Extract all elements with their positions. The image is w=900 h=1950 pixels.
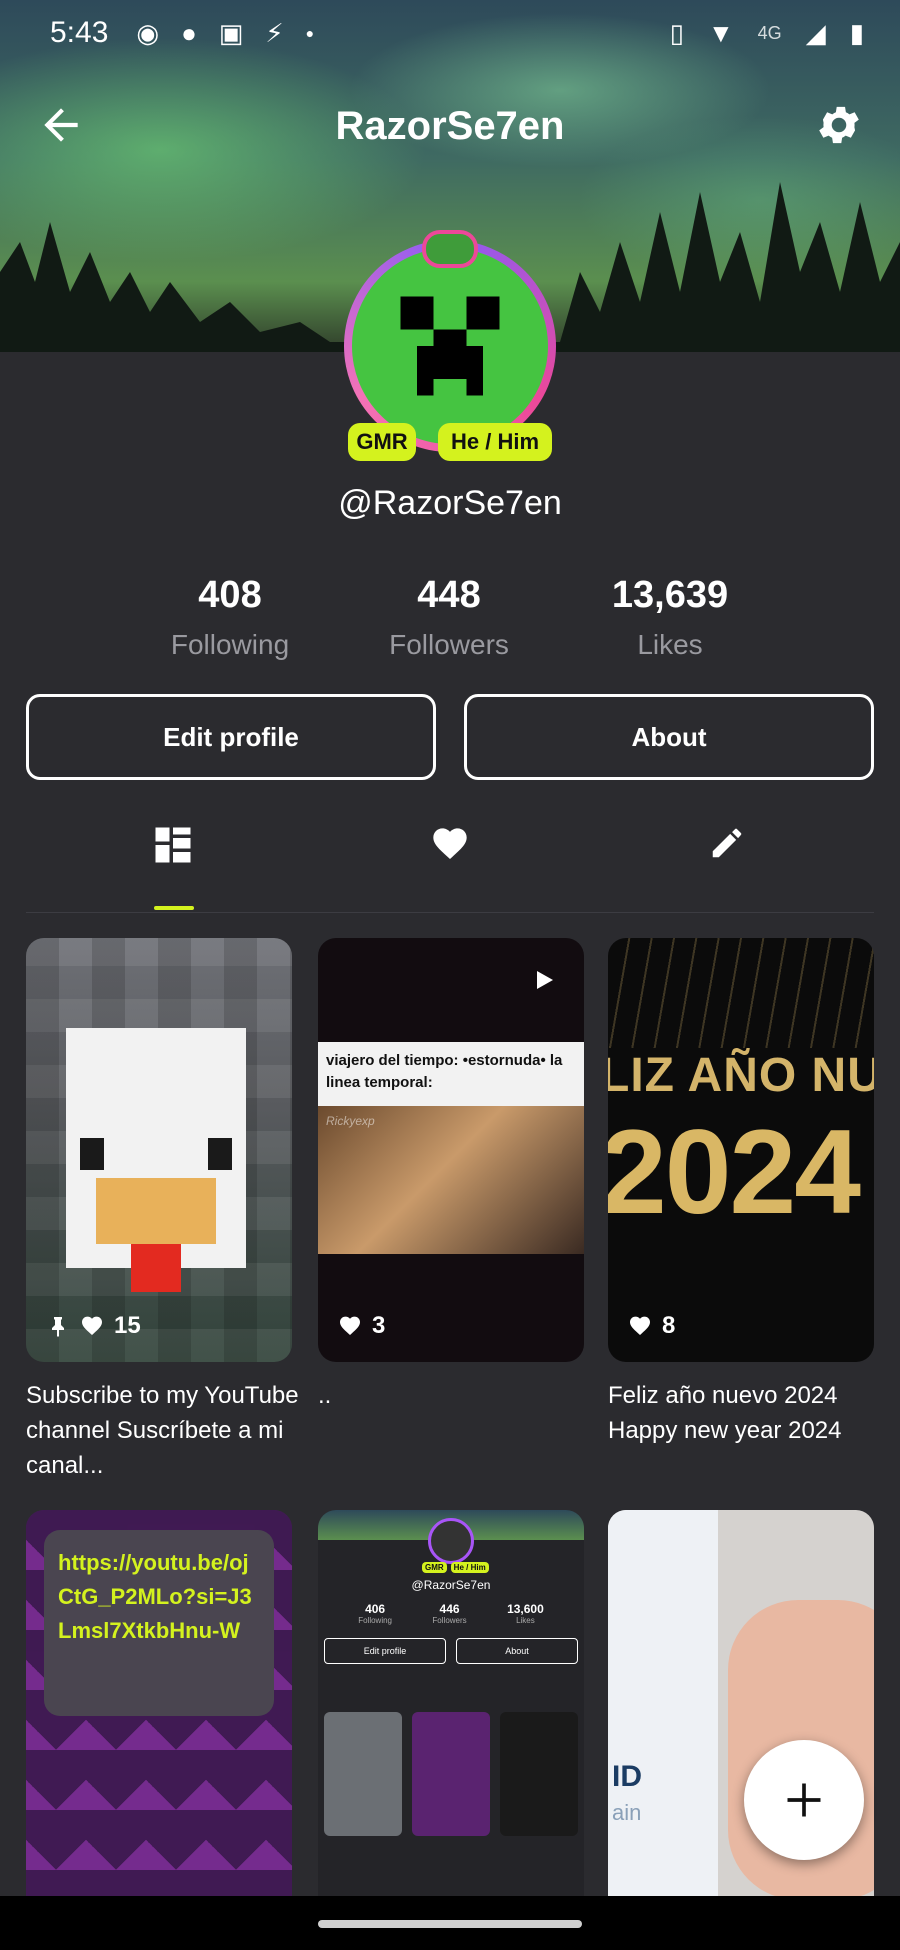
status-bar: 5:43 ◉ ● ▣ ⚡ ● ▯ ▼ 4G ◢ ▮ xyxy=(0,0,900,66)
battery-icon: ▮ xyxy=(849,17,864,48)
post-likes: 15 xyxy=(26,1312,141,1340)
username-handle: @RazorSe7en xyxy=(338,484,562,522)
post-caption[interactable]: Feliz año nuevo 2024 Happy new year 2024 xyxy=(608,1378,882,1448)
play-icon xyxy=(537,971,553,989)
vibrate-icon: ▯ xyxy=(669,17,684,48)
tab-posts[interactable] xyxy=(133,824,213,914)
about-button: About xyxy=(456,1638,578,1664)
tab-divider xyxy=(26,912,874,913)
video-thumbnail: Rickyexp xyxy=(318,1106,584,1254)
plus-icon xyxy=(787,1783,821,1817)
post-caption[interactable]: .. xyxy=(318,1378,592,1413)
followers-label: Followers xyxy=(389,629,509,660)
stat-followers: 446 Followers xyxy=(432,1602,467,1625)
new-year-number: 2024 xyxy=(608,1105,861,1239)
tab-liked[interactable] xyxy=(410,824,490,914)
post-card[interactable]: GMR He / Him @RazorSe7en 406 Following 44… xyxy=(318,1510,584,1950)
followers-count: 448 xyxy=(417,574,481,616)
likes-label: Likes xyxy=(637,629,703,660)
pin-icon xyxy=(52,1317,64,1337)
stat-following: 406 Following xyxy=(358,1602,392,1625)
create-post-button[interactable] xyxy=(744,1740,864,1860)
post-likes: 3 xyxy=(318,1312,385,1340)
heart-icon xyxy=(630,1316,650,1335)
following-count: 408 xyxy=(198,574,262,616)
avatar xyxy=(428,1518,474,1564)
avatar[interactable] xyxy=(344,240,556,452)
post-card[interactable]: https://youtu.be/ojCtG_P2MLo?si=J3Lmsl7X… xyxy=(26,1510,292,1950)
meme-caption: viajero del tiempo: •estornuda• la linea… xyxy=(318,1042,584,1106)
frog-badge-icon xyxy=(422,230,478,268)
post-caption[interactable]: Subscribe to my YouTube channel Suscríbe… xyxy=(26,1378,300,1483)
post-card[interactable]: 15 xyxy=(26,938,292,1362)
dot-icon: ● xyxy=(305,25,315,41)
stat-following[interactable]: 408 Following xyxy=(130,574,330,661)
following-label: Following xyxy=(170,629,290,660)
pencil-icon xyxy=(712,828,742,858)
chicken-thumbnail xyxy=(66,1028,246,1292)
image-icon: ▣ xyxy=(218,17,244,48)
active-tab-indicator xyxy=(154,906,194,910)
new-year-text: LIZ AÑO NU xyxy=(608,1049,874,1102)
heart-icon xyxy=(340,1316,360,1335)
network-label: 4G xyxy=(757,22,782,43)
wifi-icon: ▼ xyxy=(707,17,734,48)
mini-post-thumbnail xyxy=(412,1712,490,1836)
post-likes: 8 xyxy=(608,1312,675,1340)
page-title: RazorSe7en xyxy=(335,104,565,148)
overlay-text: ID xyxy=(612,1760,642,1793)
creeper-face-icon xyxy=(400,296,500,396)
gesture-handle[interactable] xyxy=(318,1920,582,1928)
link-text: https://youtu.be/ojCtG_P2MLo?si=J3Lmsl7X… xyxy=(44,1530,274,1716)
stat-likes[interactable]: 13,639 Likes xyxy=(570,574,770,661)
whatsapp-icon: ◉ xyxy=(136,17,160,48)
heart-icon xyxy=(82,1316,102,1335)
about-button[interactable]: About xyxy=(464,694,874,780)
post-card[interactable]: viajero del tiempo: •estornuda• la linea… xyxy=(318,938,584,1362)
stat-likes: 13,600 Likes xyxy=(507,1602,544,1625)
stat-followers[interactable]: 448 Followers xyxy=(349,574,549,661)
overlay-subtext: ain xyxy=(612,1800,642,1825)
profile-tag: GMR xyxy=(422,1562,447,1573)
lightning-icon: ⚡ xyxy=(265,17,284,48)
signal-icon: ◢ xyxy=(805,17,826,48)
profile-tag: GMR xyxy=(348,423,416,461)
watermark: Rickyexp xyxy=(326,1114,375,1128)
settings-gear-icon[interactable] xyxy=(814,100,864,150)
likes-count: 8 xyxy=(662,1312,676,1339)
grid-icon xyxy=(155,827,191,863)
pronoun-tag: He / Him xyxy=(450,1562,489,1573)
status-time: 5:43 xyxy=(50,16,109,49)
post-card[interactable]: ID ain XD 18 xyxy=(608,1510,874,1950)
tab-drafts[interactable] xyxy=(687,824,767,914)
mini-post-thumbnail xyxy=(500,1712,578,1836)
post-card[interactable]: LIZ AÑO NU 2024 8 xyxy=(608,938,874,1362)
mini-post-thumbnail xyxy=(324,1712,402,1836)
likes-count: 13,639 xyxy=(611,574,729,616)
likes-count: 3 xyxy=(372,1312,386,1339)
heart-icon xyxy=(433,828,467,859)
pronoun-tag: He / Him xyxy=(438,423,552,461)
edit-profile-button: Edit profile xyxy=(324,1638,446,1664)
chat-icon: ● xyxy=(181,17,197,48)
edit-profile-button[interactable]: Edit profile xyxy=(26,694,436,780)
username-handle: @RazorSe7en xyxy=(411,1578,491,1592)
likes-count: 15 xyxy=(114,1312,141,1339)
